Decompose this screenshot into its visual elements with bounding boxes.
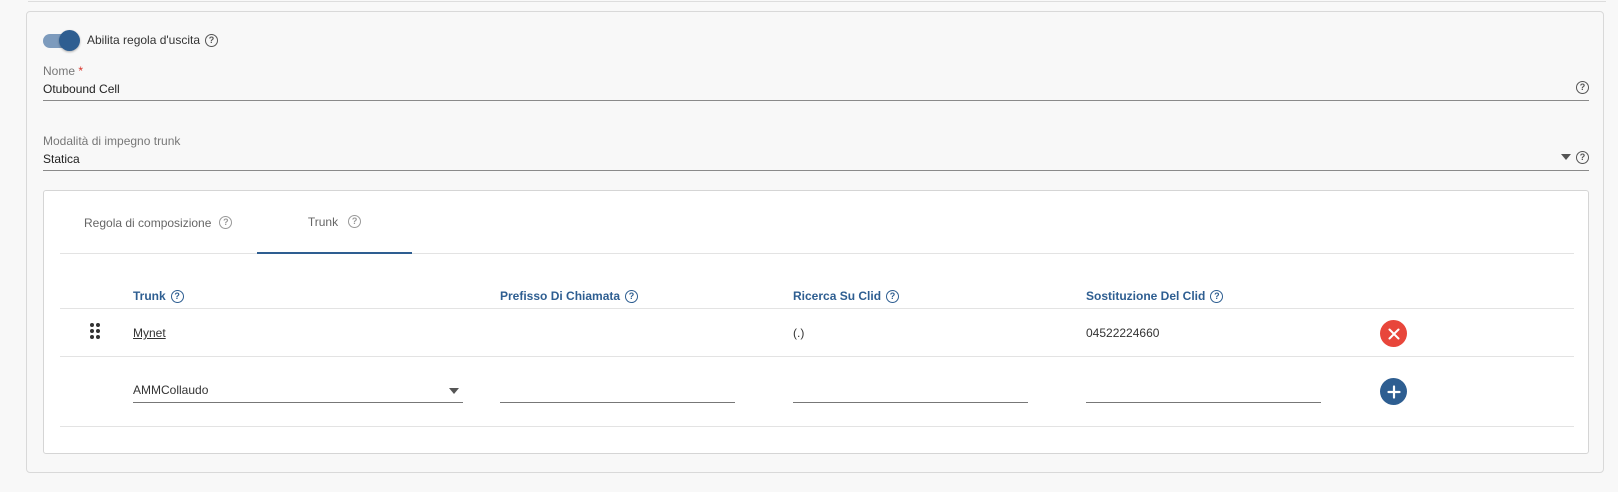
tab-trunk-label: Trunk [307, 214, 339, 229]
trunk-mode-value: Statica [43, 152, 80, 166]
new-row: AMMCollaudo [60, 357, 1574, 427]
column-header-clid-replace: Sostituzione Del Clid? [1086, 289, 1224, 304]
required-marker: * [78, 64, 84, 78]
prefix-input[interactable] [500, 381, 735, 403]
enable-rule-toggle[interactable] [43, 30, 80, 51]
tab-trunk[interactable]: Trunk ? [257, 191, 412, 254]
outbound-rule-panel: Abilita regola d'uscita ? Nome * Otuboun… [26, 11, 1604, 473]
tab-dial-rule[interactable]: Regola di composizione ? [84, 191, 233, 254]
enable-rule-label: Abilita regola d'uscita [87, 33, 201, 47]
help-icon[interactable]: ? [625, 290, 639, 304]
close-icon [1388, 328, 1399, 339]
tab-bar: Regola di composizione ? Trunk ? [60, 191, 1574, 254]
table-header: Trunk? Prefisso Di Chiamata? Ricerca Su … [60, 281, 1574, 309]
trunk-mode-select[interactable]: Modalità di impegno trunk Statica ? [43, 134, 1589, 171]
clid-replace-cell: 04522224660 [1086, 326, 1160, 340]
drag-handle-icon[interactable] [90, 323, 102, 341]
trunk-link[interactable]: Mynet [133, 326, 166, 340]
help-icon[interactable]: ? [348, 215, 362, 228]
clid-search-cell: (.) [793, 326, 805, 340]
trunk-select[interactable]: AMMCollaudo [133, 381, 463, 403]
clid-replace-input[interactable] [1086, 381, 1321, 403]
chevron-down-icon[interactable] [449, 388, 459, 394]
name-input[interactable]: Otubound Cell [43, 82, 1589, 98]
table-row: Mynet (.) 04522224660 [60, 309, 1574, 357]
top-divider [28, 0, 1606, 2]
chevron-down-icon[interactable] [1561, 154, 1571, 160]
add-row-button[interactable] [1380, 378, 1407, 405]
trunk-config-card: Regola di composizione ? Trunk ? Trunk? … [43, 190, 1589, 454]
trunk-mode-label: Modalità di impegno trunk [43, 134, 181, 148]
trunk-select-value: AMMCollaudo [133, 383, 209, 397]
help-icon[interactable]: ? [170, 290, 184, 304]
delete-row-button[interactable] [1380, 320, 1407, 347]
help-icon[interactable]: ? [886, 290, 900, 304]
column-header-clid-search: Ricerca Su Clid? [793, 289, 900, 304]
column-header-trunk: Trunk? [133, 289, 184, 304]
enable-rule-row: Abilita regola d'uscita ? [43, 30, 219, 51]
toggle-knob [59, 30, 80, 51]
help-icon[interactable]: ? [219, 216, 233, 229]
column-header-prefix: Prefisso Di Chiamata? [500, 289, 639, 304]
tab-dial-rule-label: Regola di composizione [84, 215, 212, 230]
clid-search-input[interactable] [793, 381, 1028, 403]
help-icon[interactable]: ? [1210, 290, 1224, 304]
name-label: Nome * [43, 64, 84, 78]
name-field: Nome * Otubound Cell ? [43, 64, 1589, 101]
help-icon[interactable]: ? [205, 33, 219, 47]
name-help-icon[interactable]: ? [1576, 81, 1589, 94]
plus-icon [1386, 384, 1401, 399]
trunk-mode-help-icon[interactable]: ? [1576, 151, 1589, 164]
